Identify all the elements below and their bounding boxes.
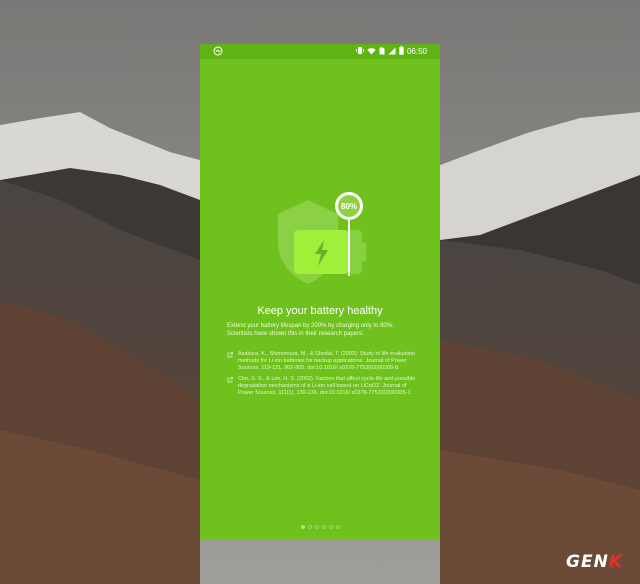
battery-shield-illustration: 80% <box>278 192 366 284</box>
reference-item[interactable]: Cho, S. S., & Lim, H. S. (2002). Factors… <box>227 376 419 397</box>
reference-text: Cho, S. S., & Lim, H. S. (2002). Factors… <box>238 376 416 396</box>
clock: 06:50 <box>406 47 427 56</box>
external-link-icon <box>227 352 233 358</box>
page-dot[interactable] <box>307 525 312 529</box>
page-dot[interactable] <box>335 525 340 529</box>
vibrate-icon <box>356 47 364 54</box>
charge-limit-badge: 80% <box>341 202 357 211</box>
phone-screen: 06:50 80% Keep your battery healthy Exte… <box>200 44 440 540</box>
page-indicator <box>200 525 440 529</box>
signal-icon <box>388 47 396 54</box>
battery-icon <box>399 46 404 55</box>
page-dot[interactable] <box>300 525 305 529</box>
page-dot[interactable] <box>328 525 333 529</box>
page-title: Keep your battery healthy <box>257 305 383 317</box>
page-dot[interactable] <box>321 525 326 529</box>
reference-item[interactable]: Asakura, K., Shimomura, M., & Shodai, T.… <box>227 351 419 372</box>
reference-text: Asakura, K., Shimomura, M., & Shodai, T.… <box>238 351 416 371</box>
status-bar: 06:50 <box>200 44 440 59</box>
page-dot[interactable] <box>314 525 319 529</box>
status-icons <box>356 46 404 55</box>
wifi-icon <box>367 47 376 54</box>
genk-watermark-logo: GENK <box>566 552 623 572</box>
external-link-icon <box>227 377 233 383</box>
reference-list: Asakura, K., Shimomura, M., & Shodai, T.… <box>227 351 419 401</box>
battery-icon <box>294 230 366 274</box>
intro-text: Extend your battery lifespan by 200% by … <box>227 323 394 337</box>
sim-icon <box>379 47 385 54</box>
assistant-icon <box>213 46 223 56</box>
